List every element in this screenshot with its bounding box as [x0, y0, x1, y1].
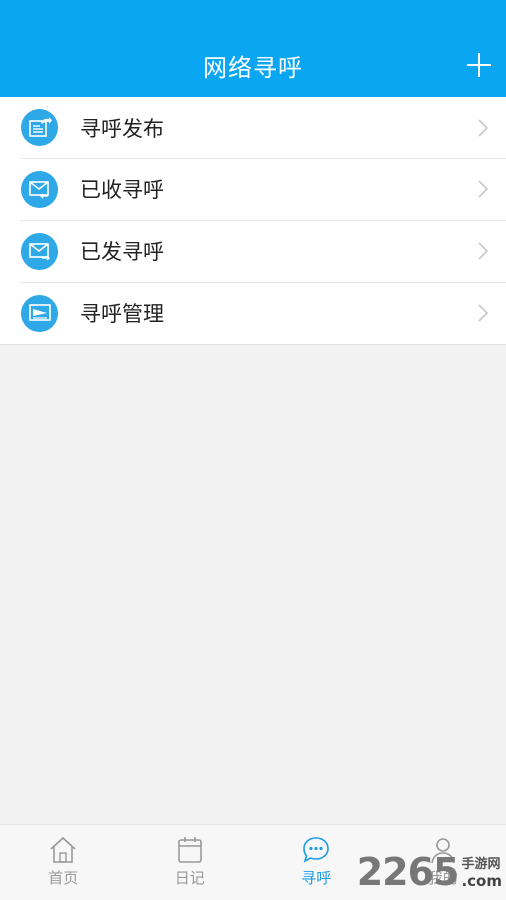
home-icon [50, 836, 76, 863]
publish-icon [21, 109, 58, 146]
menu-item-label: 寻呼管理 [80, 302, 164, 326]
menu-item-label: 已发寻呼 [80, 240, 164, 264]
tab-diary[interactable]: 日记 [127, 825, 254, 900]
manage-icon [21, 294, 58, 332]
chevron-right-icon [478, 242, 489, 260]
menu-item-publish[interactable]: 寻呼发布 [0, 97, 506, 158]
menu-item-received[interactable]: 已收寻呼 [0, 158, 506, 220]
plus-icon[interactable] [466, 52, 492, 78]
tab-label: 日记 [174, 869, 205, 887]
menu-item-label: 已收寻呼 [80, 178, 164, 202]
mail-received-icon [21, 170, 58, 208]
watermark-number: 2265 [356, 850, 460, 894]
tab-home[interactable]: 首页 [0, 825, 127, 900]
tab-label: 寻呼 [301, 869, 332, 887]
paging-menu: 寻呼发布 已收寻呼 已发寻呼 寻呼管理 [0, 97, 506, 345]
site-watermark: 2265 手游网 .com [357, 848, 502, 892]
app-header: 网络寻呼 [0, 0, 506, 97]
chevron-right-icon [478, 180, 489, 198]
menu-item-label: 寻呼发布 [80, 116, 164, 141]
mail-sent-icon [21, 232, 58, 270]
watermark-site-name: 手游网 [461, 857, 501, 872]
menu-item-manage[interactable]: 寻呼管理 [0, 282, 506, 344]
chevron-right-icon [478, 118, 489, 137]
page-title: 网络寻呼 [203, 54, 303, 82]
tab-label: 首页 [48, 869, 79, 887]
calendar-icon [177, 837, 202, 863]
chevron-right-icon [478, 304, 489, 322]
watermark-side: 手游网 .com [461, 853, 502, 890]
watermark-domain: .com [461, 872, 502, 890]
menu-item-sent[interactable]: 已发寻呼 [0, 220, 506, 282]
chat-bubble-icon [303, 837, 330, 863]
